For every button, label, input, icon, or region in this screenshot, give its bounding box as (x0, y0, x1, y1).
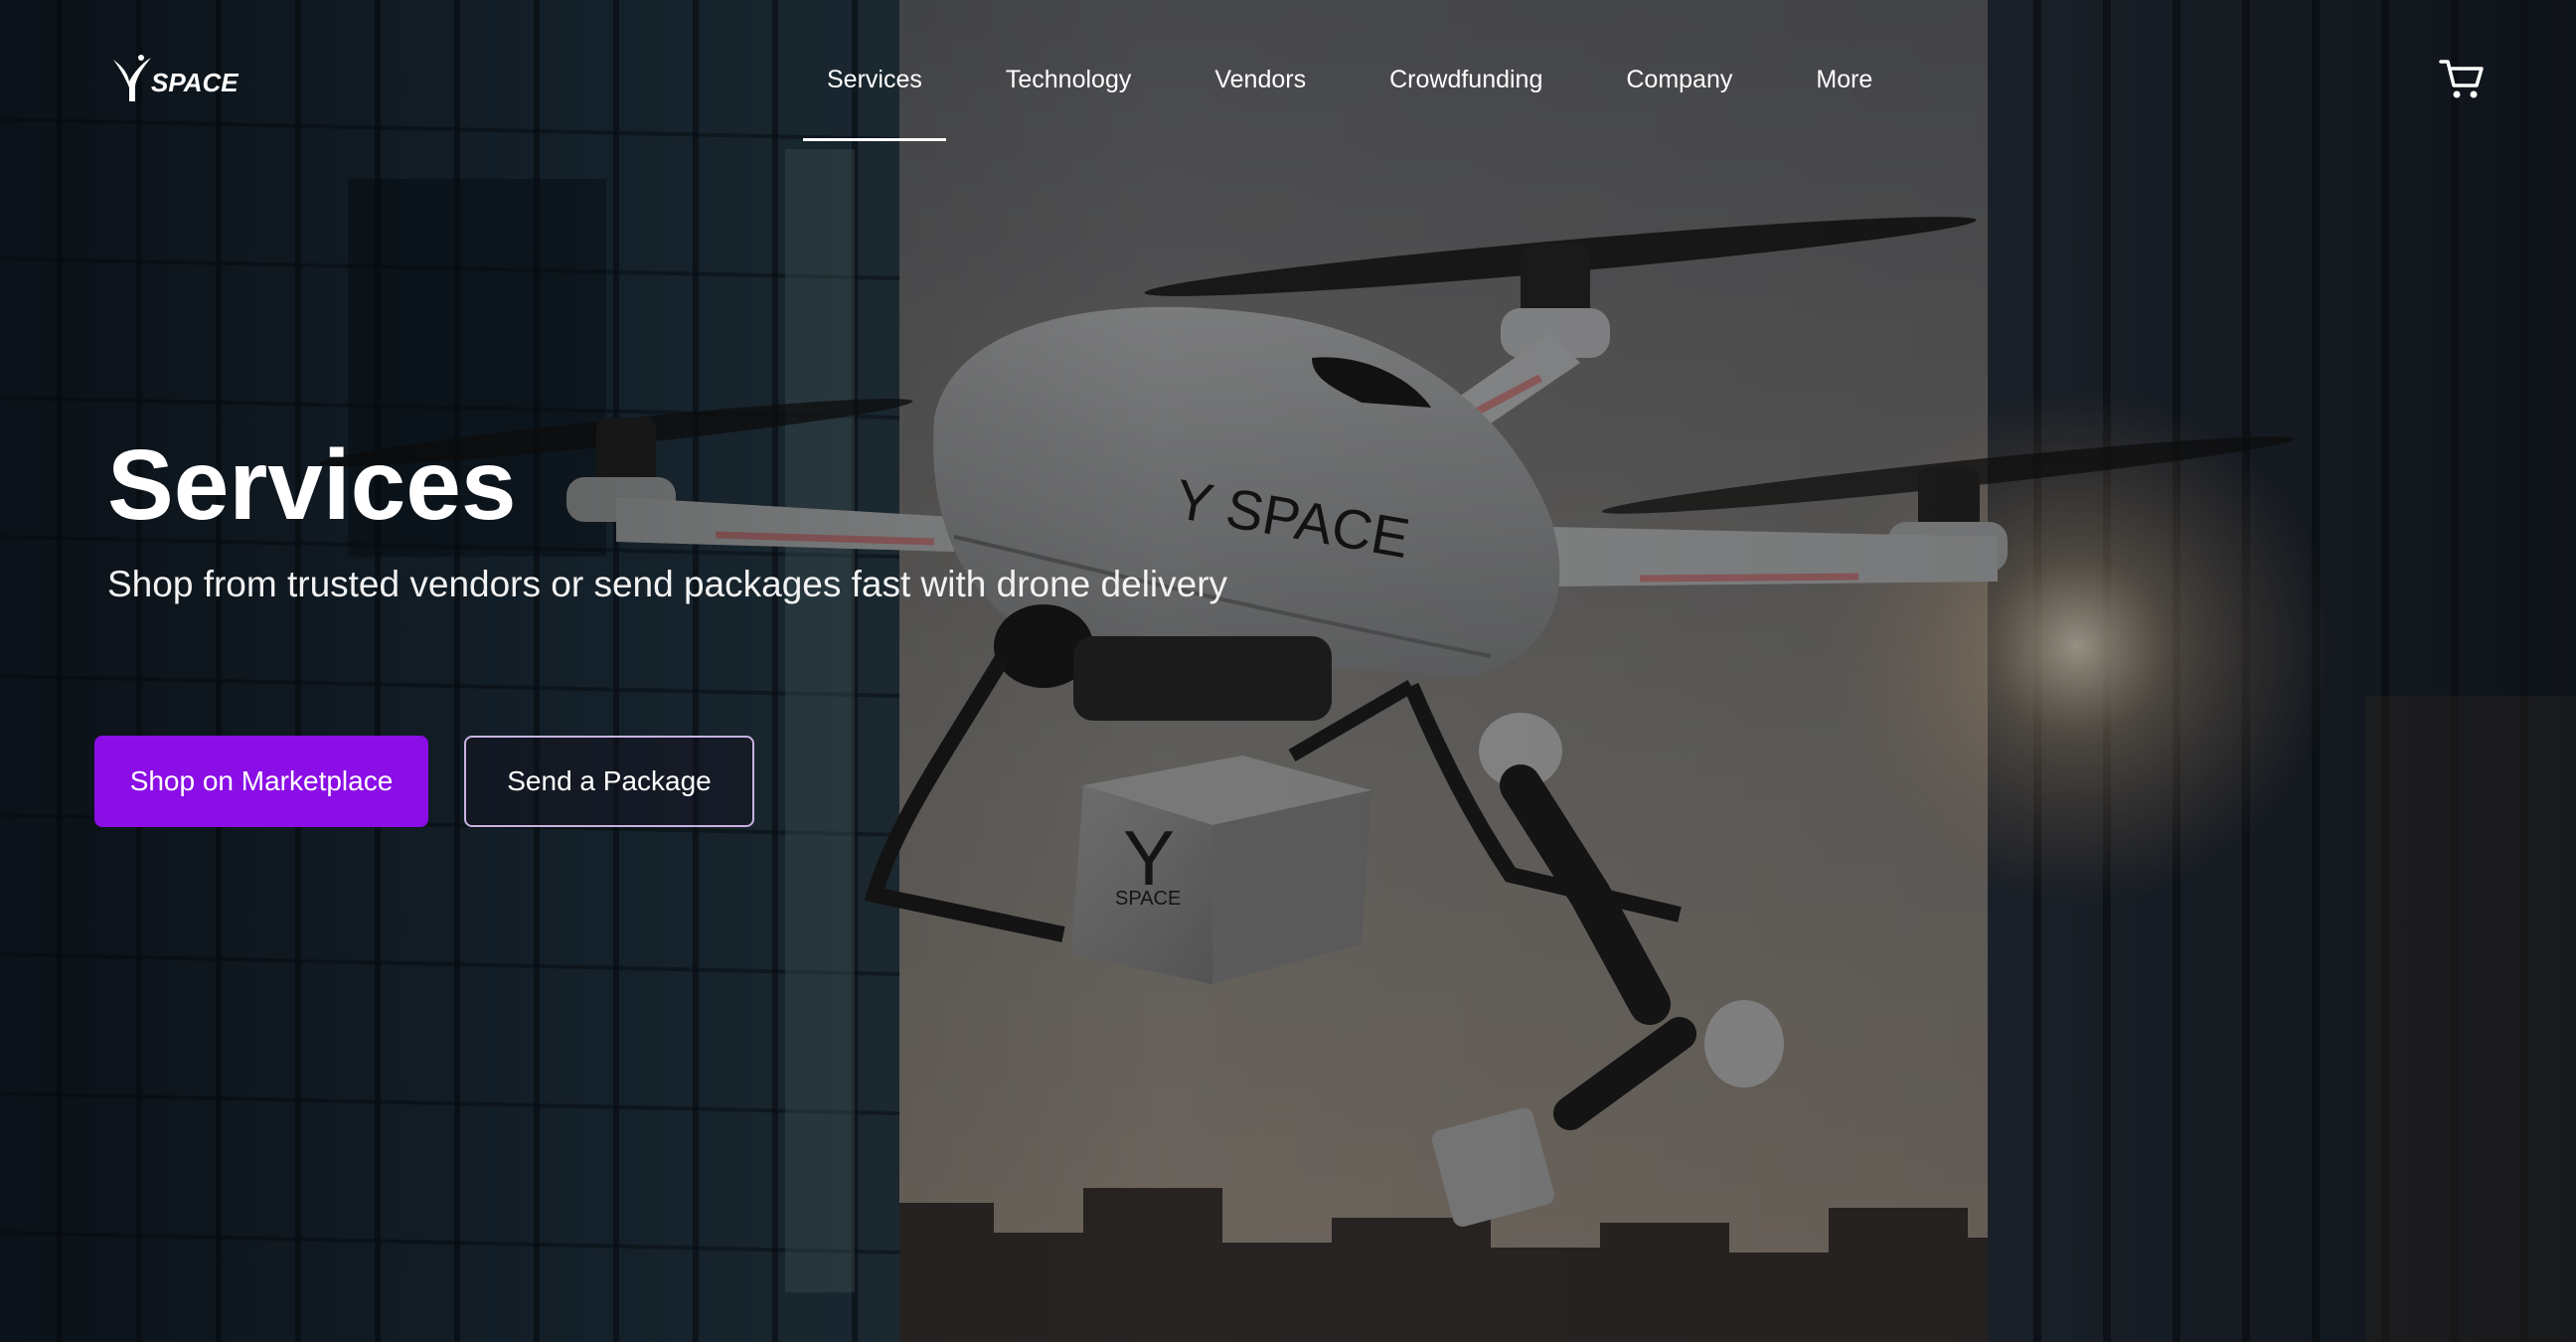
hero-actions: Shop on Marketplace Send a Package (94, 736, 754, 827)
nav-item-company[interactable]: Company (1602, 65, 1756, 94)
hero-content: Services Shop from trusted vendors or se… (107, 429, 1250, 608)
main-nav: Services Technology Vendors Crowdfunding… (803, 0, 1896, 159)
hero-background-image: Y SPACE Y SPACE (0, 0, 2576, 1342)
cart-icon[interactable] (2439, 58, 2485, 101)
nav-item-vendors[interactable]: Vendors (1191, 65, 1330, 94)
services-page: Y SPACE Y SPACE (0, 0, 2576, 1342)
nav-item-more[interactable]: More (1792, 65, 1896, 94)
top-navigation-bar: SPACE Services Technology Vendors Crowdf… (0, 0, 2576, 159)
nav-item-technology[interactable]: Technology (982, 65, 1155, 94)
send-a-package-button[interactable]: Send a Package (464, 736, 754, 827)
logo-text: SPACE (151, 68, 239, 97)
nav-item-services[interactable]: Services (803, 65, 946, 141)
hero-subtitle: Shop from trusted vendors or send packag… (107, 564, 1228, 604)
nav-item-crowdfunding[interactable]: Crowdfunding (1366, 65, 1566, 94)
page-title: Services (107, 429, 517, 541)
shop-on-marketplace-button[interactable]: Shop on Marketplace (94, 736, 428, 827)
brand-logo[interactable]: SPACE (107, 52, 266, 105)
